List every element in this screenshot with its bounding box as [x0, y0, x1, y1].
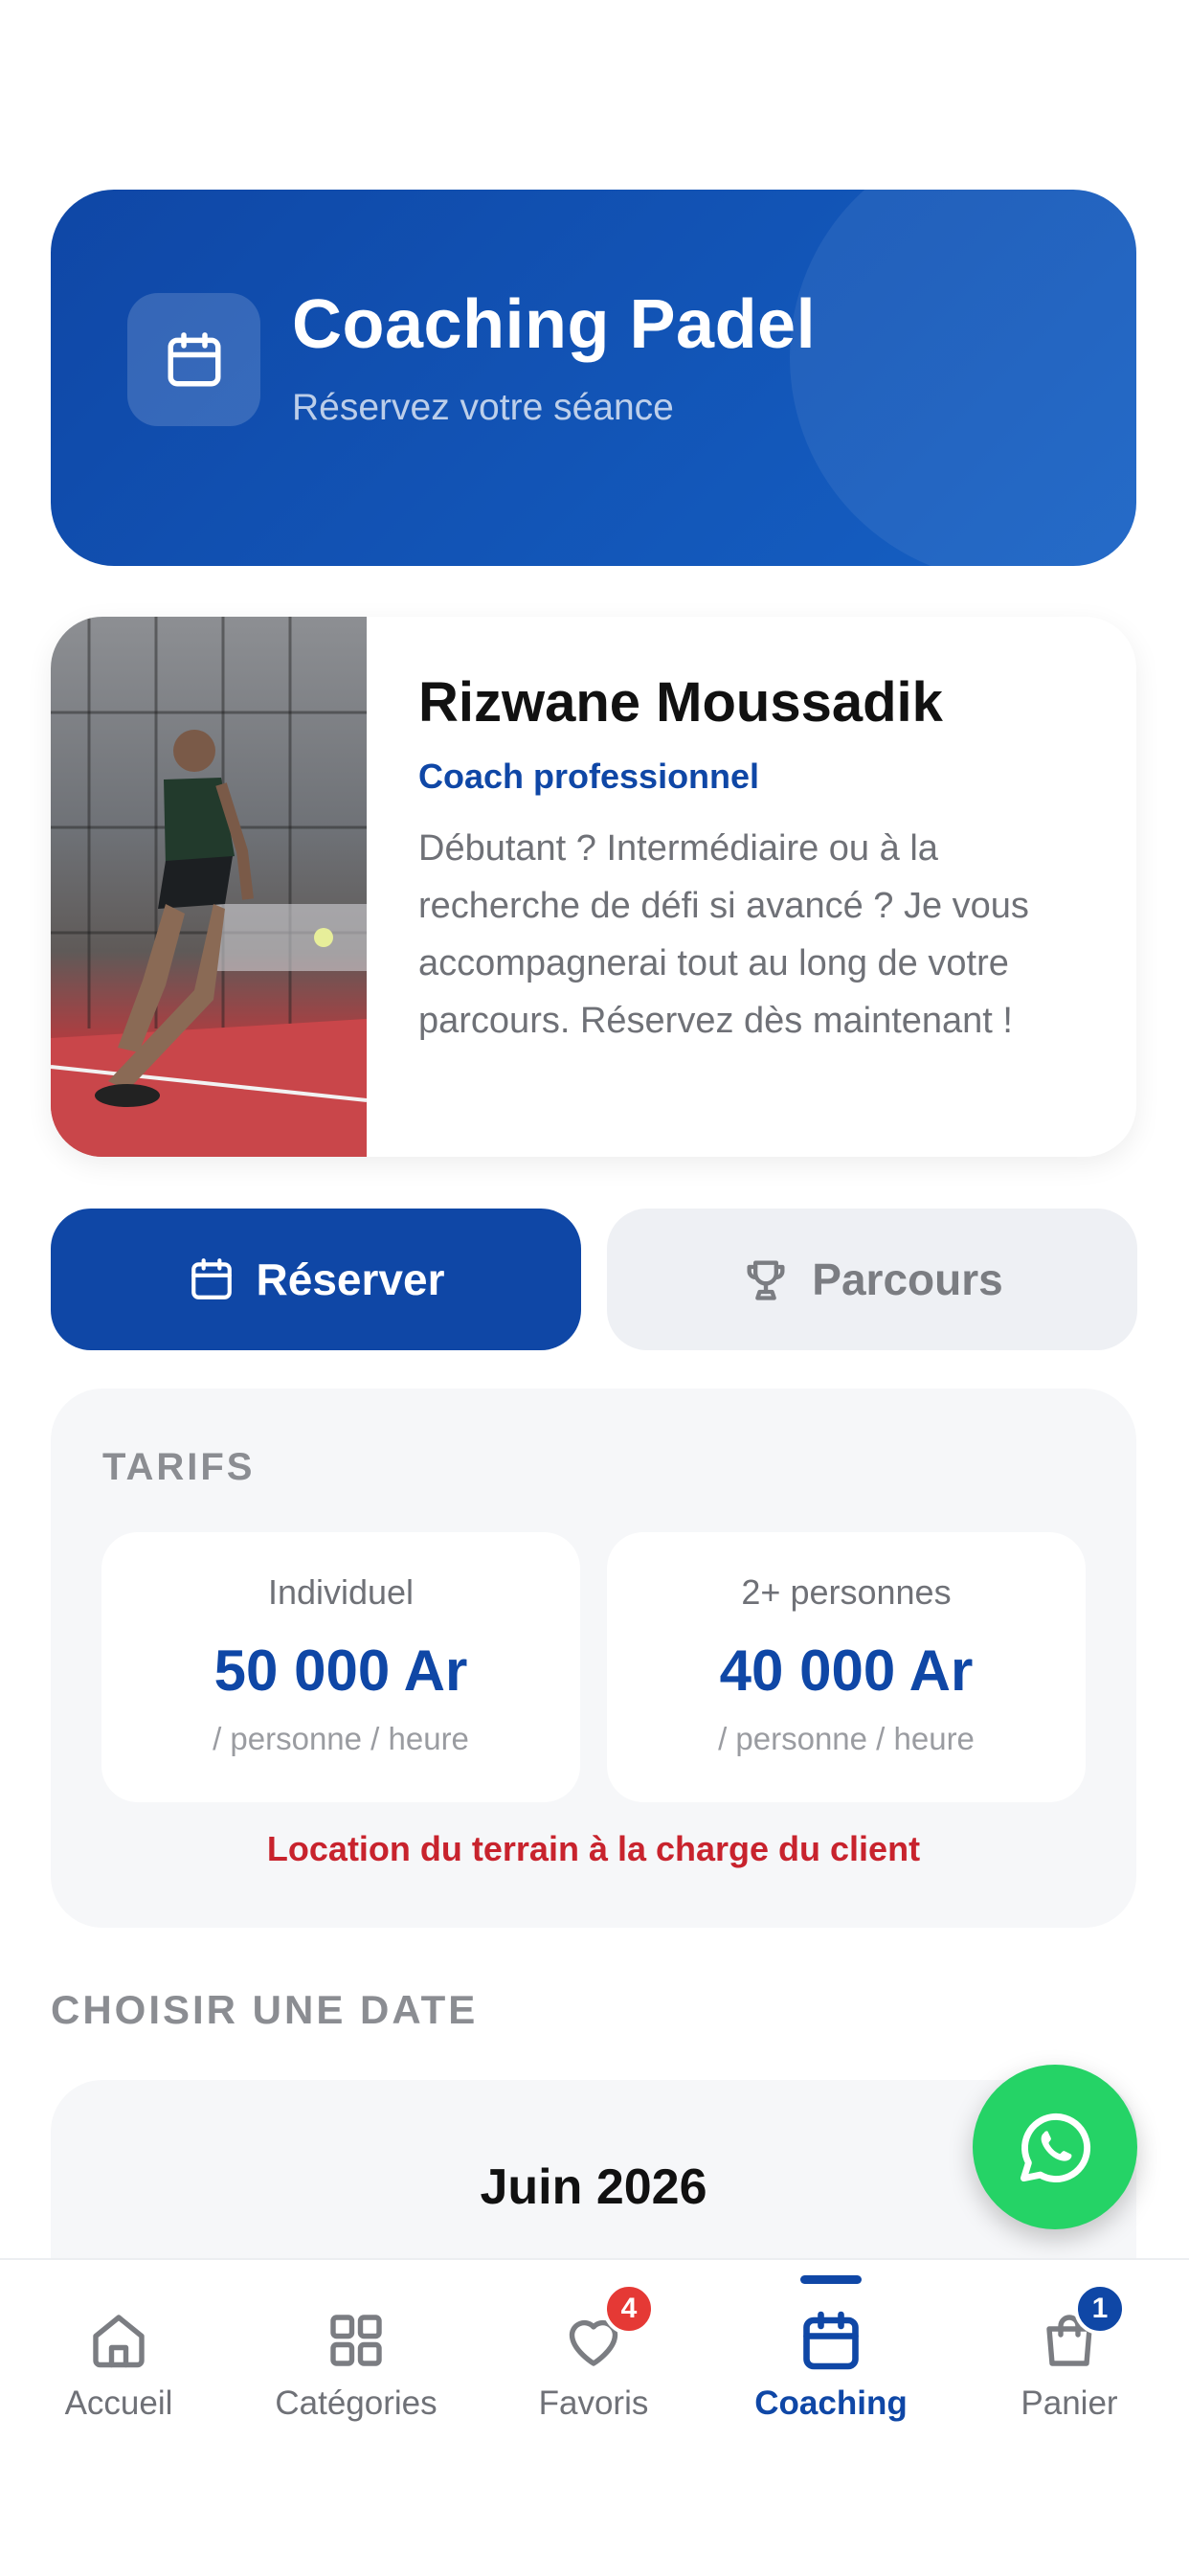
nav-item-favoris[interactable]: 4 Favoris [475, 2260, 712, 2452]
calendar-icon [803, 2311, 859, 2370]
nav-item-coaching[interactable]: Coaching [712, 2260, 950, 2452]
nav-label: Catégories [275, 2384, 437, 2422]
page-title: Coaching Padel [292, 286, 817, 363]
date-section-title: CHOISIR UNE DATE [51, 1987, 479, 2032]
coach-name: Rizwane Moussadik [418, 671, 943, 734]
coach-card: Rizwane Moussadik Coach professionnel Dé… [51, 617, 1136, 1157]
calendar-icon [168, 331, 220, 386]
price-unit: / personne / heure [718, 1721, 975, 1756]
whatsapp-icon [1020, 2113, 1091, 2182]
coach-photo [51, 617, 367, 1157]
nav-label: Panier [1021, 2384, 1118, 2422]
page-subtitle: Réservez votre séance [292, 387, 674, 428]
parcours-button-label: Parcours [812, 1254, 1003, 1304]
nav-item-categories[interactable]: Catégories [237, 2260, 475, 2452]
trophy-icon [747, 1260, 785, 1300]
active-tab-indicator [800, 2275, 862, 2284]
parcours-button[interactable]: Parcours [607, 1209, 1137, 1350]
whatsapp-button[interactable] [973, 2065, 1137, 2229]
coaching-header-card: Coaching Padel Réservez votre séance [51, 190, 1136, 566]
coach-description: Débutant ? Intermédiaire ou à la recherc… [418, 828, 1029, 1041]
tarifs-card: TARIFS Individuel 50 000 Ar / personne /… [51, 1389, 1136, 1928]
calendar-icon [191, 1258, 232, 1299]
tarifs-title: TARIFS [102, 1446, 256, 1488]
grid-icon [330, 2315, 382, 2366]
price-amount: 50 000 Ar [213, 1638, 468, 1703]
nav-label: Accueil [64, 2384, 173, 2422]
price-label: Individuel [267, 1572, 415, 1612]
header-icon-box [127, 293, 260, 426]
coach-role: Coach professionnel [418, 757, 760, 796]
panier-badge: 1 [1074, 2283, 1126, 2335]
tarifs-note: Location du terrain à la charge du clien… [266, 1829, 921, 1868]
price-label: 2+ personnes [741, 1572, 952, 1612]
home-icon [93, 2315, 145, 2368]
nav-item-panier[interactable]: 1 Panier [950, 2260, 1189, 2452]
calendar-month: Juin 2026 [480, 2159, 707, 2215]
price-amount: 40 000 Ar [719, 1638, 974, 1703]
price-option-group: 2+ personnes 40 000 Ar / personne / heur… [607, 1532, 1086, 1802]
bottom-navigation: Accueil Catégories 4 Favoris Coaching 1 … [0, 2258, 1189, 2576]
favoris-badge: 4 [603, 2283, 655, 2335]
nav-label: Coaching [754, 2384, 908, 2422]
reserve-button[interactable]: Réserver [51, 1209, 581, 1350]
reserve-button-label: Réserver [256, 1254, 445, 1304]
price-unit: / personne / heure [213, 1721, 469, 1756]
price-option-individual: Individuel 50 000 Ar / personne / heure [101, 1532, 580, 1802]
header-decoration [790, 190, 1136, 566]
nav-label: Favoris [538, 2384, 649, 2422]
nav-item-accueil[interactable]: Accueil [0, 2260, 237, 2452]
